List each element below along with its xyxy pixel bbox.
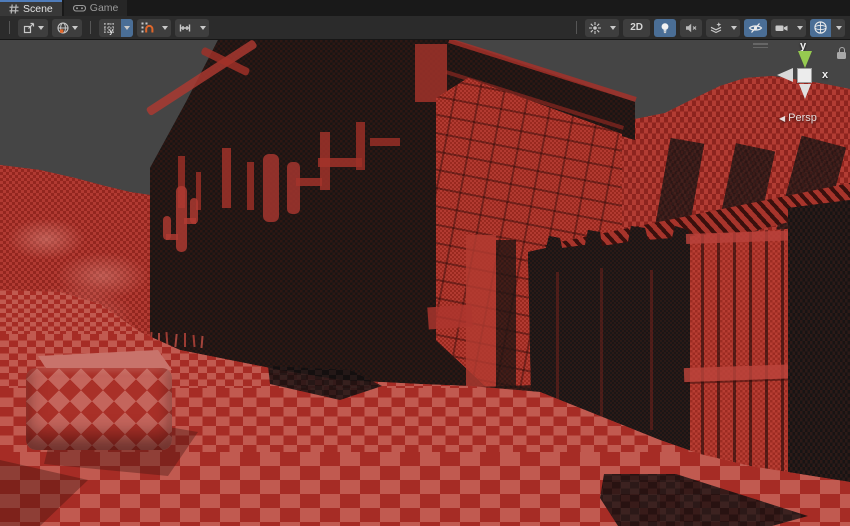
scene-red-detail xyxy=(222,148,231,208)
snap-dropdown[interactable] xyxy=(159,19,171,37)
grid-visibility-icon: y xyxy=(102,21,116,35)
scene-red-detail xyxy=(415,44,447,102)
dropdown-arrow-icon xyxy=(72,26,78,33)
tab-scene-label: Scene xyxy=(23,3,53,15)
move-snap-icon xyxy=(178,21,192,35)
audio-toggle-button[interactable] xyxy=(680,19,702,37)
unity-scene-view-window: Scene Game xyxy=(0,0,850,526)
tab-strip: Scene Game xyxy=(0,0,850,16)
grid-axis-dropdown[interactable] xyxy=(121,19,133,37)
gizmos-button[interactable] xyxy=(810,19,845,37)
tab-game-label: Game xyxy=(90,2,119,14)
snap-toggle[interactable] xyxy=(137,19,157,37)
camera-settings-toggle[interactable] xyxy=(771,19,792,37)
move-snap-dropdown[interactable] xyxy=(197,19,209,37)
scene-fx-button[interactable] xyxy=(706,19,740,37)
toolbar-separator xyxy=(90,21,91,34)
scene-red-post-arm xyxy=(427,304,472,329)
scene-fx-toggle[interactable] xyxy=(706,19,726,37)
gizmos-toggle[interactable] xyxy=(810,19,831,37)
scene-cactus-arm-joint xyxy=(184,218,196,224)
scene-cactus-arm-joint xyxy=(166,234,178,240)
eye-hidden-icon xyxy=(748,21,763,35)
gizmo-center-cube[interactable] xyxy=(797,68,812,83)
projection-mode-label[interactable]: ◀ Persp xyxy=(779,112,817,124)
snap-increment-button[interactable] xyxy=(137,19,171,37)
gizmo-y-axis-cone[interactable] xyxy=(798,51,812,68)
dropdown-arrow-icon xyxy=(610,26,616,33)
pivot-rect-icon xyxy=(22,21,36,35)
gizmo-x-axis-label: x xyxy=(822,69,828,81)
dropdown-arrow-icon xyxy=(200,26,206,33)
scene-red-detail xyxy=(296,178,322,186)
padlock-icon[interactable] xyxy=(837,52,846,59)
tab-game[interactable]: Game xyxy=(64,0,128,16)
grid-visibility-toggle[interactable]: y xyxy=(99,19,119,37)
move-snap-toggle[interactable] xyxy=(175,19,195,37)
toolbar-separator xyxy=(576,21,577,34)
overlay-drag-handle[interactable] xyxy=(753,43,768,48)
persp-text: Persp xyxy=(788,112,817,124)
gizmo-left-axis-cone[interactable] xyxy=(777,68,793,82)
gamepad-icon xyxy=(73,3,86,13)
effects-dropdown[interactable] xyxy=(607,19,619,37)
scene-red-detail xyxy=(356,122,365,170)
scene-red-detail xyxy=(370,138,400,146)
toolbar-separator xyxy=(9,21,10,34)
audio-muted-icon xyxy=(684,21,698,35)
globe-icon xyxy=(56,21,70,35)
pivot-toggle-button[interactable] xyxy=(18,19,48,37)
tab-scene[interactable]: Scene xyxy=(0,0,62,16)
orientation-gizmo-icon xyxy=(813,20,828,35)
snap-magnet-icon xyxy=(140,21,154,35)
scene-fx-dropdown[interactable] xyxy=(728,19,740,37)
dropdown-arrow-icon xyxy=(124,26,130,33)
effects-toggle[interactable] xyxy=(585,19,605,37)
scene-red-detail xyxy=(247,162,254,210)
dropdown-arrow-icon xyxy=(731,26,737,33)
dropdown-arrow-icon xyxy=(38,26,44,33)
scene-fence-red-sliver xyxy=(600,268,603,428)
gizmo-bottom-axis-cone[interactable] xyxy=(799,84,811,99)
scene-toolbar: y xyxy=(0,16,850,40)
scene-camera-button[interactable] xyxy=(771,19,806,37)
2d-toggle-button[interactable]: 2D xyxy=(623,19,650,37)
effects-button[interactable] xyxy=(585,19,619,37)
scene-grass-tuft xyxy=(184,333,186,347)
svg-text:y: y xyxy=(109,28,113,34)
grid-hash-icon xyxy=(9,4,19,14)
scene-dark-gap xyxy=(496,240,516,388)
grid-visibility-button[interactable]: y xyxy=(99,19,133,37)
scene-red-detail xyxy=(287,162,300,214)
handle-rotation-button[interactable] xyxy=(52,19,82,37)
toolbar-right-group: 2D xyxy=(572,19,845,37)
scene-fence-red-sliver xyxy=(650,270,653,430)
layers-fx-icon xyxy=(709,21,723,35)
camera-dropdown[interactable] xyxy=(794,19,806,37)
persp-chevron-icon: ◀ xyxy=(779,114,785,123)
scene-viewport[interactable]: y x ◀ Persp xyxy=(0,40,850,526)
move-snap-button[interactable] xyxy=(175,19,209,37)
scene-trough-front xyxy=(26,368,172,450)
toolbar-left-group: y xyxy=(5,19,209,37)
camera-icon xyxy=(774,21,789,35)
dropdown-arrow-icon xyxy=(162,26,168,33)
dropdown-arrow-icon xyxy=(836,26,842,33)
lighting-toggle-button[interactable] xyxy=(654,19,676,37)
effects-burst-icon xyxy=(588,21,602,35)
dropdown-arrow-icon xyxy=(797,26,803,33)
lightbulb-icon xyxy=(658,21,672,35)
gizmos-dropdown[interactable] xyxy=(833,19,845,37)
2d-label: 2D xyxy=(627,22,646,33)
scene-visibility-button[interactable] xyxy=(744,19,767,37)
scene-red-detail xyxy=(263,154,279,222)
